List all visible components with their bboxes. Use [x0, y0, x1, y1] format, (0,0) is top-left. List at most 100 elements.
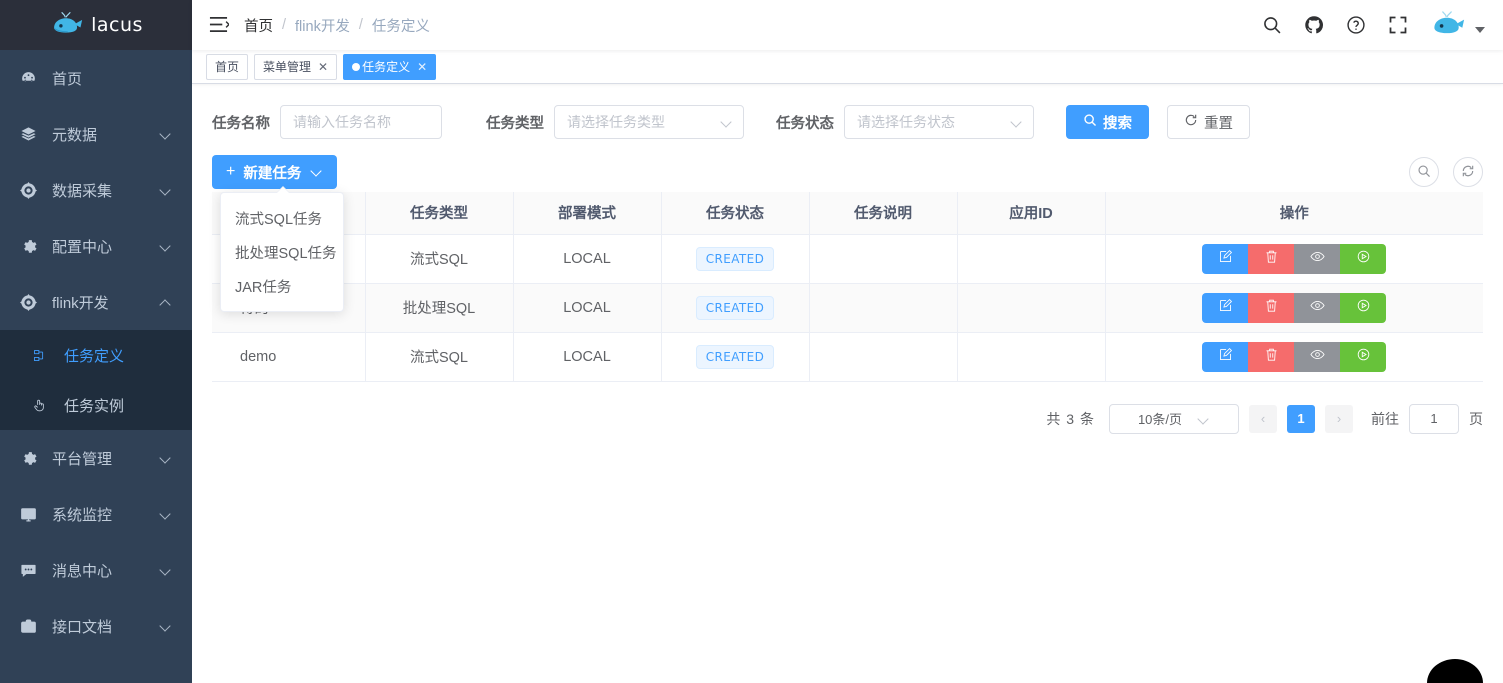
edit-button[interactable] [1202, 342, 1248, 372]
breadcrumb-separator: / [359, 17, 363, 33]
chevron-left-icon: ‹ [1261, 411, 1265, 426]
pagination-prev-button[interactable]: ‹ [1249, 405, 1277, 433]
column-header-deploy-mode: 部署模式 [513, 192, 661, 234]
search-icon[interactable] [1261, 14, 1283, 36]
active-dot-icon [352, 63, 360, 71]
whale-avatar-icon [1429, 10, 1465, 40]
delete-button[interactable] [1248, 342, 1294, 372]
sidebar-item-system-monitor[interactable]: 系统监控 [0, 486, 192, 542]
table-search-button[interactable] [1409, 157, 1439, 187]
table-tools [1409, 157, 1483, 187]
new-task-button-label: 新建任务 [243, 162, 301, 183]
pagination-jump-input[interactable] [1409, 404, 1459, 434]
search-button[interactable]: 搜索 [1066, 105, 1149, 139]
task-inst-icon [30, 396, 48, 414]
tag-menu-management[interactable]: 菜单管理 ✕ [254, 54, 337, 80]
pagination-page-1[interactable]: 1 [1287, 405, 1315, 433]
tag-home[interactable]: 首页 [206, 54, 248, 80]
app-main: 任务名称 任务类型 请选择任务类型 任务状态 请选择任务状态 [192, 84, 1503, 683]
run-icon [1356, 249, 1371, 268]
edit-icon [1218, 347, 1233, 366]
column-header-task-desc: 任务说明 [809, 192, 957, 234]
pagination-total: 共 3 条 [1046, 409, 1095, 429]
view-button[interactable] [1294, 244, 1340, 274]
cell-task-status: CREATED [661, 332, 809, 381]
page-size-select[interactable]: 10条/页 [1109, 404, 1239, 434]
gear-icon [18, 448, 38, 468]
delete-button[interactable] [1248, 293, 1294, 323]
help-icon[interactable] [1345, 14, 1367, 36]
sidebar-menu: 首页 元数据 数据采集 配置中心 [0, 50, 192, 654]
navbar: 首页 / flink开发 / 任务定义 [192, 0, 1503, 50]
run-button[interactable] [1340, 293, 1386, 323]
sidebar-item-label: 数据采集 [52, 180, 160, 201]
run-button[interactable] [1340, 244, 1386, 274]
task-type-label: 任务类型 [486, 112, 544, 133]
dropdown-item-jar[interactable]: JAR任务 [221, 269, 343, 303]
sidebar-item-flink-dev[interactable]: flink开发 [0, 274, 192, 330]
cell-task-desc [809, 283, 957, 332]
task-name-label: 任务名称 [212, 112, 270, 133]
sidebar-item-data-collect[interactable]: 数据采集 [0, 162, 192, 218]
close-icon[interactable]: ✕ [318, 61, 328, 73]
chevron-down-icon [160, 508, 172, 520]
refresh-icon [1184, 113, 1198, 131]
sidebar: lacus 首页 元数据 数据采集 [0, 0, 192, 683]
chevron-down-icon [1198, 413, 1210, 425]
task-status-select-value: 请选择任务状态 [857, 112, 1011, 132]
monitor-icon [18, 504, 38, 524]
dropdown-item-batch-sql[interactable]: 批处理SQL任务 [221, 235, 343, 269]
sidebar-item-api-docs[interactable]: 接口文档 [0, 598, 192, 654]
task-type-select[interactable]: 请选择任务类型 [554, 105, 744, 139]
chevron-right-icon: › [1337, 411, 1341, 426]
breadcrumb-item-flink[interactable]: flink开发 [295, 15, 350, 36]
logo-area[interactable]: lacus [0, 0, 192, 50]
table-row[interactable]: demo 流式SQL LOCAL CREATED [212, 332, 1483, 381]
github-icon[interactable] [1303, 14, 1325, 36]
avatar[interactable] [1429, 10, 1485, 40]
fullscreen-icon[interactable] [1387, 14, 1409, 36]
sidebar-item-config-center[interactable]: 配置中心 [0, 218, 192, 274]
task-table-head: 任务名称 任务类型 部署模式 任务状态 任务说明 应用ID 操作 [212, 192, 1483, 234]
new-task-button[interactable]: + 新建任务 [212, 155, 337, 189]
tag-task-definition[interactable]: 任务定义 ✕ [343, 54, 436, 80]
run-button[interactable] [1340, 342, 1386, 372]
task-definition-page: 任务名称 任务类型 请选择任务类型 任务状态 请选择任务状态 [192, 84, 1503, 683]
close-icon[interactable]: ✕ [417, 61, 427, 73]
app-root: lacus 首页 元数据 数据采集 [0, 0, 1503, 683]
view-button[interactable] [1294, 342, 1340, 372]
table-refresh-button[interactable] [1453, 157, 1483, 187]
task-status-select[interactable]: 请选择任务状态 [844, 105, 1034, 139]
edit-button[interactable] [1202, 293, 1248, 323]
sidebar-item-task-definition[interactable]: 任务定义 [0, 330, 192, 380]
sidebar-item-task-instance[interactable]: 任务实例 [0, 380, 192, 430]
edit-button[interactable] [1202, 244, 1248, 274]
brand-name: lacus [91, 14, 143, 36]
sidebar-item-label: 首页 [52, 68, 172, 89]
sidebar-item-label: 接口文档 [52, 616, 160, 637]
sidebar-item-home[interactable]: 首页 [0, 50, 192, 106]
delete-icon [1264, 298, 1279, 317]
delete-icon [1264, 249, 1279, 268]
hamburger-icon[interactable] [208, 15, 230, 35]
edit-icon [1218, 298, 1233, 317]
task-name-input[interactable] [280, 105, 442, 139]
breadcrumb-item-home[interactable]: 首页 [244, 15, 273, 36]
table-row[interactable]: 流式SQL LOCAL CREATED [212, 234, 1483, 283]
sidebar-item-message-center[interactable]: 消息中心 [0, 542, 192, 598]
table-row[interactable]: 得的 批处理SQL LOCAL CREATED [212, 283, 1483, 332]
cell-app-id [957, 332, 1105, 381]
chevron-down-icon [160, 620, 172, 632]
pagination-next-button[interactable]: › [1325, 405, 1353, 433]
dropdown-item-streaming-sql[interactable]: 流式SQL任务 [221, 201, 343, 235]
plus-icon: + [226, 163, 235, 181]
task-table-wrapper: 任务名称 任务类型 部署模式 任务状态 任务说明 应用ID 操作 [212, 192, 1483, 382]
column-header-operations: 操作 [1105, 192, 1483, 234]
chevron-down-icon [160, 452, 172, 464]
sidebar-item-platform-mgmt[interactable]: 平台管理 [0, 430, 192, 486]
reset-button-label: 重置 [1204, 112, 1233, 133]
view-button[interactable] [1294, 293, 1340, 323]
reset-button[interactable]: 重置 [1167, 105, 1250, 139]
delete-button[interactable] [1248, 244, 1294, 274]
sidebar-item-metadata[interactable]: 元数据 [0, 106, 192, 162]
